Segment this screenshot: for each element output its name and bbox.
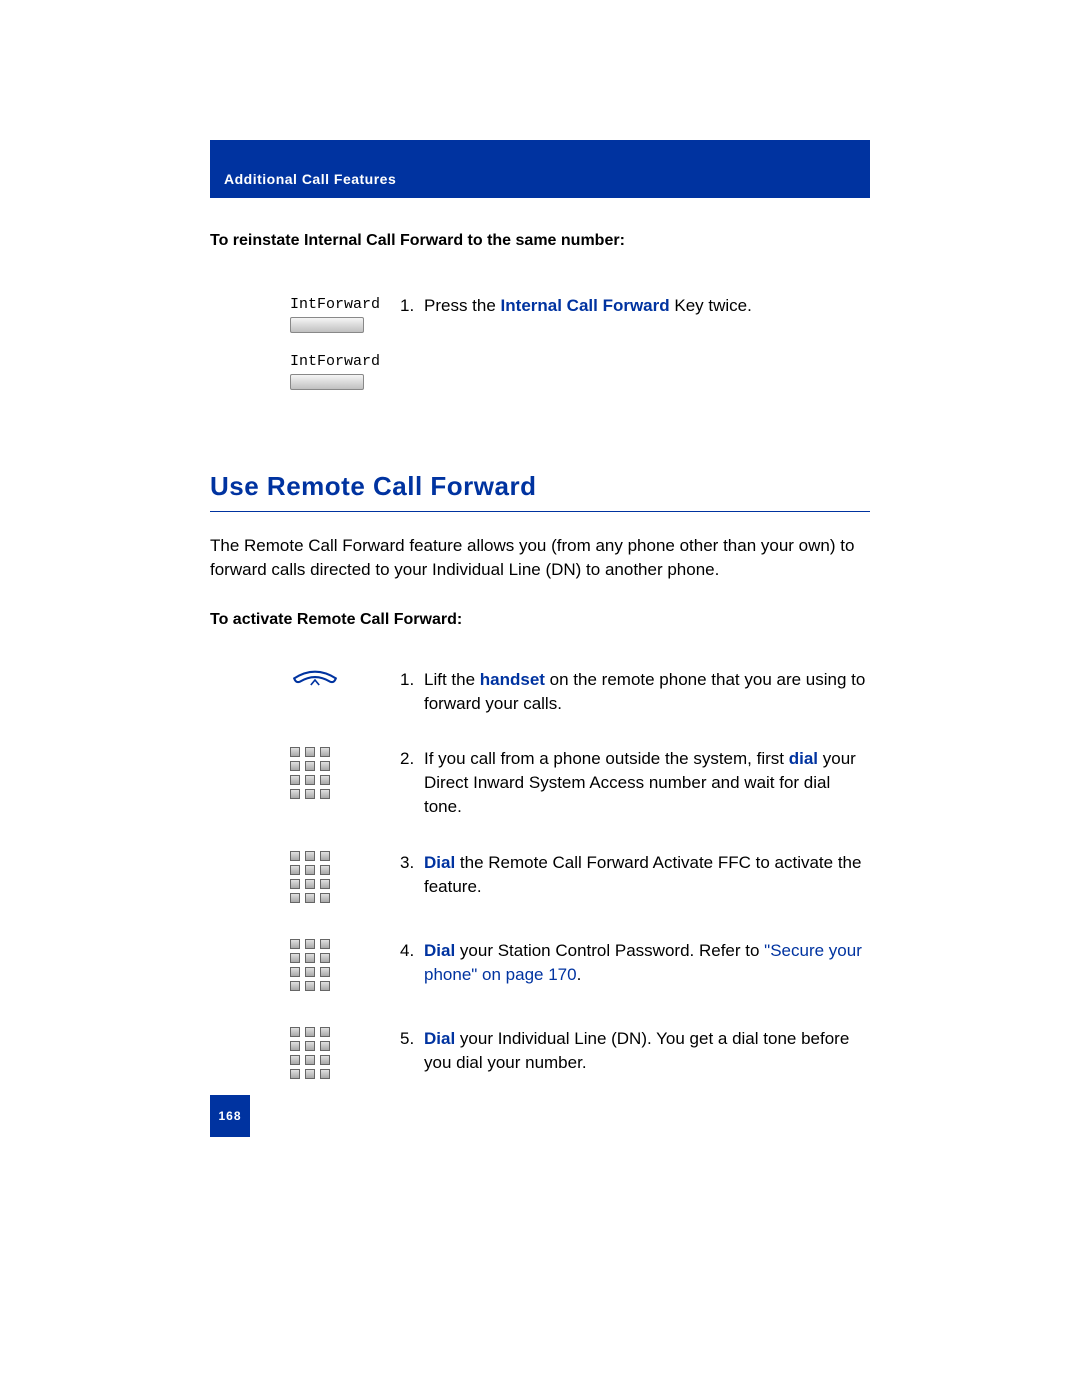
icon-col [210, 747, 400, 803]
icon-col [210, 668, 400, 692]
keypad-icon [290, 1027, 330, 1083]
handset-icon [290, 668, 340, 692]
keypad-icon [290, 747, 330, 803]
text: the Remote Call Forward Activate FFC to … [424, 853, 861, 896]
activate-step-4: 4. Dial your Station Control Password. R… [210, 939, 870, 995]
step-text: 2. If you call from a phone outside the … [400, 747, 870, 818]
step-body: Lift the handset on the remote phone tha… [424, 668, 870, 716]
step-number: 3. [400, 851, 424, 899]
step-number: 5. [400, 1027, 424, 1075]
step-body: Press the Internal Call Forward Key twic… [424, 294, 870, 318]
step-number: 4. [400, 939, 424, 987]
text: Press the [424, 296, 501, 315]
term-handset: handset [480, 670, 545, 689]
softkey-label: IntForward [290, 351, 380, 372]
step-body: Dial your Individual Line (DN). You get … [424, 1027, 870, 1075]
text: Lift the [424, 670, 480, 689]
reinstate-step-1: IntForward IntForward 1. Press the Inter… [210, 294, 870, 408]
step-body: Dial the Remote Call Forward Activate FF… [424, 851, 870, 899]
text: If you call from a phone outside the sys… [424, 749, 789, 768]
term-dial: Dial [424, 1029, 455, 1048]
activate-step-3: 3. Dial the Remote Call Forward Activate… [210, 851, 870, 907]
document-page: Additional Call Features To reinstate In… [210, 140, 870, 1083]
text: your Station Control Password. Refer to [455, 941, 764, 960]
step-number: 1. [400, 294, 424, 318]
section-title-activate: To activate Remote Call Forward: [210, 609, 870, 631]
header-bar: Additional Call Features [210, 140, 870, 198]
icon-col [210, 851, 400, 907]
keypad-icon [290, 939, 330, 995]
step-body: If you call from a phone outside the sys… [424, 747, 870, 818]
header-title: Additional Call Features [224, 170, 396, 190]
intro-paragraph: The Remote Call Forward feature allows y… [210, 534, 870, 582]
section-title-reinstate: To reinstate Internal Call Forward to th… [210, 230, 870, 252]
step-number: 2. [400, 747, 424, 818]
term-dial: Dial [424, 941, 455, 960]
icon-col [210, 939, 400, 995]
activate-step-2: 2. If you call from a phone outside the … [210, 747, 870, 818]
key-name: Internal Call Forward [501, 296, 670, 315]
step-text: 4. Dial your Station Control Password. R… [400, 939, 870, 987]
step-text: 1. Lift the handset on the remote phone … [400, 668, 870, 716]
activate-step-5: 5. Dial your Individual Line (DN). You g… [210, 1027, 870, 1083]
heading-use-remote-call-forward: Use Remote Call Forward [210, 468, 870, 511]
step-text: 5. Dial your Individual Line (DN). You g… [400, 1027, 870, 1075]
term-dial: dial [789, 749, 818, 768]
page-number-box: 168 [210, 1095, 250, 1137]
activate-steps: 1. Lift the handset on the remote phone … [210, 668, 870, 1083]
term-dial: Dial [424, 853, 455, 872]
text: your Individual Line (DN). You get a dia… [424, 1029, 849, 1072]
page-number: 168 [218, 1108, 241, 1125]
step-number: 1. [400, 668, 424, 716]
keypad-icon [290, 851, 330, 907]
text: Key twice. [670, 296, 752, 315]
softkey-button-icon [290, 317, 364, 333]
softkey-label: IntForward [290, 294, 380, 315]
step-body: Dial your Station Control Password. Refe… [424, 939, 870, 987]
softkey-group: IntForward IntForward [210, 294, 400, 408]
text: . [577, 965, 582, 984]
icon-col [210, 1027, 400, 1083]
step-text: 3. Dial the Remote Call Forward Activate… [400, 851, 870, 899]
activate-step-1: 1. Lift the handset on the remote phone … [210, 668, 870, 716]
softkey-button-icon [290, 374, 364, 390]
step-text: 1. Press the Internal Call Forward Key t… [400, 294, 870, 318]
